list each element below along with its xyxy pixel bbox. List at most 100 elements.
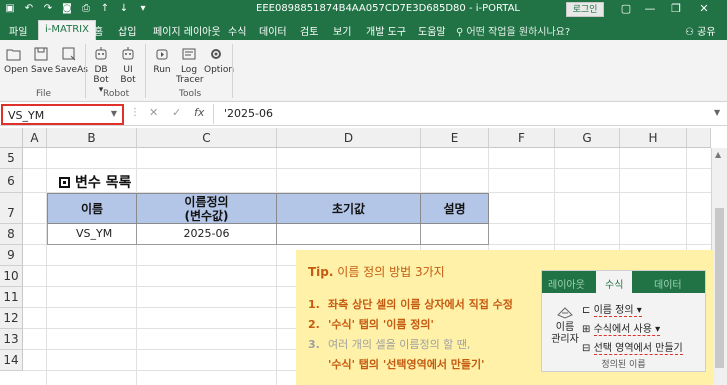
column-header-partial[interactable] [687, 128, 711, 148]
login-button[interactable]: 로그인 [566, 2, 604, 17]
gridline [23, 168, 711, 169]
close-icon[interactable]: ✕ [696, 2, 712, 15]
scrollbar-thumb[interactable] [715, 208, 724, 368]
name-manager-button: 이름 관리자 [548, 305, 582, 346]
insert-function-icon[interactable]: fx [194, 106, 204, 119]
tell-me-search[interactable]: ⚲ 어떤 작업을 원하시나요? [456, 23, 570, 38]
sort-ascending-icon[interactable]: ↑ [99, 3, 111, 15]
tab-view[interactable]: 보기 [333, 23, 351, 38]
use-in-formula-icon: ⊞ [582, 324, 594, 335]
table-header-name[interactable]: 이름 [47, 193, 137, 224]
save-as-button[interactable]: SaveAs [55, 46, 88, 75]
square-bullet-icon [59, 177, 70, 188]
customize-qat-icon[interactable]: ▾ [137, 3, 149, 15]
row-header-13[interactable]: 13 [0, 329, 23, 350]
ribbon: Open Save SaveAs File DB Bot ▾ UI Bot Robo… [0, 40, 727, 102]
ribbon-display-options-icon[interactable]: ▢ [618, 2, 634, 15]
table-header-description[interactable]: 설명 [420, 193, 489, 224]
enter-icon[interactable]: ✓ [172, 106, 181, 119]
ui-bot-button[interactable]: UI Bot [118, 46, 138, 85]
group-divider [232, 44, 233, 98]
run-button[interactable]: Run [151, 46, 173, 75]
row-header-6[interactable]: 6 [0, 169, 23, 193]
scroll-up-icon[interactable]: ▲ [715, 150, 721, 159]
row-header-10[interactable]: 10 [0, 266, 23, 287]
tab-developer[interactable]: 개발 도구 [366, 23, 406, 38]
row-header-8[interactable]: 8 [0, 224, 23, 245]
table-header-initial-value[interactable]: 초기값 [276, 193, 421, 224]
row-header-11[interactable]: 11 [0, 287, 23, 308]
tab-data[interactable]: 데이터 [259, 23, 287, 38]
tab-help[interactable]: 도움말 [418, 23, 446, 38]
restore-icon[interactable]: ❐ [668, 2, 684, 15]
column-header-b[interactable]: B [47, 128, 137, 148]
share-button[interactable]: ⚇ 공유 [685, 23, 716, 38]
select-all-corner[interactable] [0, 128, 23, 148]
tip-item-1: 1. 좌측 상단 셀의 이름 상자에서 직접 수정 [308, 298, 513, 311]
tip-item-2: 2. '수식' 탭의 '이름 정의' [308, 318, 434, 331]
name-box-value: VS_YM [8, 109, 45, 122]
column-header-a[interactable]: A [23, 128, 47, 148]
column-header-d[interactable]: D [277, 128, 421, 148]
robot-group-label: Robot [103, 89, 130, 99]
tab-home[interactable]: 홈 [94, 23, 103, 38]
column-header-g[interactable]: G [555, 128, 620, 148]
formula-bar-grip-icon[interactable]: ⋮ [130, 107, 140, 118]
quick-access-toolbar: ▣ ↶ ↷ ◙ ⎙ ↑ ↓ ▾ [4, 3, 149, 15]
formula-bar: VS_YM ▼ ⋮ ✕ ✓ fx '2025-06 ▼ [0, 102, 727, 126]
tab-i-matrix[interactable]: i-MATRIX [38, 20, 96, 41]
print-icon[interactable]: ⎙ [80, 3, 92, 15]
gridline [46, 148, 47, 385]
save-button[interactable]: Save [31, 46, 53, 75]
create-from-selection-item: ⊟ 선택 영역에서 만들기 [582, 343, 683, 355]
cancel-icon[interactable]: ✕ [149, 106, 158, 119]
db-robot-icon [95, 47, 107, 60]
group-divider [145, 44, 146, 98]
column-header-h[interactable]: H [620, 128, 687, 148]
section-title: 변수 목록 [59, 172, 131, 192]
tab-formulas[interactable]: 수식 [228, 23, 246, 38]
gridline [136, 148, 137, 385]
gear-icon [211, 49, 221, 59]
column-header-c[interactable]: C [137, 128, 277, 148]
group-divider [85, 44, 86, 98]
tab-review[interactable]: 검토 [300, 23, 318, 38]
tools-group-label: Tools [179, 89, 202, 99]
tab-insert[interactable]: 삽입 [118, 23, 136, 38]
undo-icon[interactable]: ↶ [23, 3, 35, 15]
gridline [276, 148, 277, 385]
row-header-7[interactable]: 7 [0, 193, 23, 224]
column-header-e[interactable]: E [421, 128, 489, 148]
run-robot-icon [156, 49, 168, 60]
name-box[interactable]: VS_YM ▼ [1, 104, 124, 125]
open-button[interactable]: Open [4, 46, 28, 75]
option-button[interactable]: Option [204, 46, 234, 75]
log-tracer-button[interactable]: Log Tracer [176, 46, 204, 85]
chevron-down-icon[interactable]: ▼ [111, 109, 117, 118]
formula-input[interactable]: '2025-06 [213, 104, 713, 124]
tab-page-layout[interactable]: 페이지 레이아웃 [153, 23, 221, 38]
name-manager-icon [557, 307, 573, 319]
db-bot-button[interactable]: DB Bot ▾ [90, 46, 112, 95]
row-header-9[interactable]: 9 [0, 245, 23, 266]
row-header-5[interactable]: 5 [0, 148, 23, 169]
tab-file[interactable]: 파일 [9, 23, 27, 38]
formulas-ribbon-inset: 레이아웃 수식 데이터 이름 관리자 ⊏ 이름 정의 ▾ ⊞ 수식에서 사용 ▾ … [541, 270, 706, 372]
title-bar: ▣ ↶ ↷ ◙ ⎙ ↑ ↓ ▾ EEE0898851874B4AA057CD7E… [0, 0, 727, 20]
camera-icon[interactable]: ◙ [61, 3, 73, 15]
table-cell-initial-value[interactable] [276, 224, 421, 245]
save-icon[interactable]: ▣ [4, 3, 16, 15]
table-cell-name[interactable]: VS_YM [47, 224, 137, 245]
table-cell-defined-name[interactable]: 2025-06 [136, 224, 277, 245]
expand-formula-bar-icon[interactable]: ▼ [714, 108, 720, 117]
file-group-label: File [36, 89, 52, 99]
table-header-defined-name[interactable]: 이름정의 (변수값) [136, 193, 277, 224]
table-cell-description[interactable] [420, 224, 489, 245]
column-header-f[interactable]: F [489, 128, 555, 148]
redo-icon[interactable]: ↷ [42, 3, 54, 15]
minimize-icon[interactable]: — [642, 2, 658, 15]
row-header-12[interactable]: 12 [0, 308, 23, 329]
window-title: EEE0898851874B4AA057CD7E3D685D80 - i-POR… [256, 3, 521, 14]
sort-descending-icon[interactable]: ↓ [118, 3, 130, 15]
row-header-14[interactable]: 14 [0, 350, 23, 371]
